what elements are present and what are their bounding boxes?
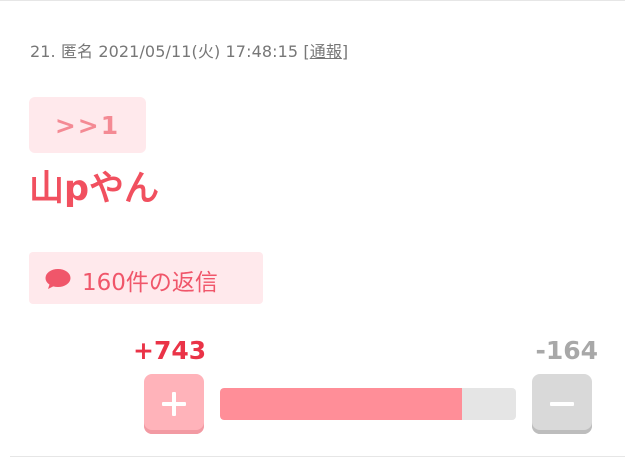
- comment-author: 匿名: [61, 42, 93, 61]
- vote-ratio-fill: [220, 388, 462, 420]
- vote-ratio-bar: [220, 388, 516, 420]
- comment-body: 山pやん: [29, 160, 159, 211]
- reply-anchor-link[interactable]: >>1: [29, 97, 146, 153]
- top-divider: [0, 0, 625, 1]
- replies-label: 160件の返信: [82, 263, 218, 297]
- comment-number: 21.: [30, 42, 56, 61]
- replies-button[interactable]: 160件の返信: [29, 252, 263, 304]
- report-bracket-close: ]: [342, 42, 348, 61]
- minus-icon: [548, 390, 576, 418]
- plus-icon: [160, 390, 188, 418]
- plus-vote-button[interactable]: [144, 374, 204, 434]
- comment-meta: 21. 匿名 2021/05/11(火) 17:48:15 [通報]: [30, 38, 348, 62]
- report-link[interactable]: 通報: [310, 42, 342, 61]
- plus-vote-count: +743: [133, 336, 206, 365]
- bottom-divider: [10, 456, 625, 457]
- minus-vote-button[interactable]: [532, 374, 592, 434]
- speech-bubble-icon: [45, 268, 71, 290]
- comment-timestamp: 2021/05/11(火) 17:48:15: [98, 42, 298, 61]
- minus-vote-count: -164: [535, 336, 598, 365]
